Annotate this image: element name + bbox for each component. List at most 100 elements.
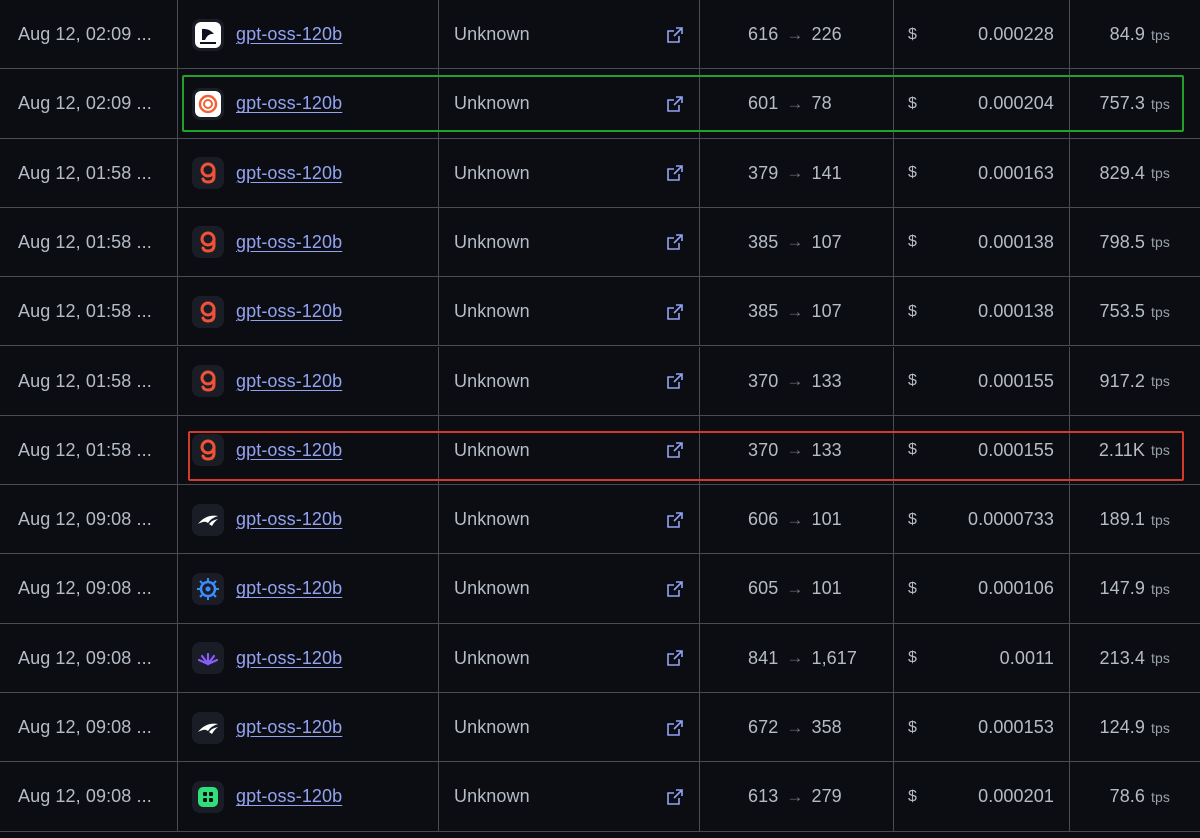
app-status: Unknown — [454, 93, 530, 114]
column-divider — [893, 207, 894, 277]
cost-value: 0.000155 — [978, 439, 1054, 460]
app-status: Unknown — [454, 647, 530, 668]
column-divider — [438, 207, 439, 277]
model-link[interactable]: gpt-oss-120b — [236, 301, 342, 322]
model-link[interactable]: gpt-oss-120b — [236, 578, 342, 599]
column-divider — [893, 623, 894, 692]
speed-unit: tps — [1151, 95, 1170, 112]
external-link-icon[interactable] — [664, 554, 686, 623]
external-link-icon[interactable] — [664, 139, 686, 208]
token-counts: 385 → 107 — [748, 277, 888, 346]
column-divider — [699, 277, 700, 346]
output-tokens: 78 — [811, 93, 832, 114]
speed-cell: 124.9 tps — [1070, 693, 1170, 762]
speed-value: 757.3 — [1099, 93, 1146, 114]
model-cell: gpt-oss-120b — [192, 69, 432, 138]
arrow-right-icon: → — [786, 163, 804, 183]
model-cell: gpt-oss-120b — [192, 139, 432, 208]
model-cell: gpt-oss-120b — [192, 554, 432, 623]
speed-value: 189.1 — [1099, 509, 1146, 530]
model-link[interactable]: gpt-oss-120b — [236, 93, 342, 114]
external-link-icon[interactable] — [664, 277, 686, 346]
column-divider — [893, 693, 894, 762]
table-row[interactable]: Aug 12, 02:09 ... gpt-oss-120b Unknown 601 →… — [0, 69, 1200, 139]
currency-symbol: $ — [908, 441, 917, 459]
model-link[interactable]: gpt-oss-120b — [236, 24, 342, 45]
input-tokens: 370 — [748, 439, 779, 460]
speed-value: 829.4 — [1099, 162, 1146, 183]
input-tokens: 841 — [748, 647, 779, 668]
currency-symbol: $ — [908, 787, 917, 805]
model-link[interactable]: gpt-oss-120b — [236, 232, 342, 253]
timestamp: Aug 12, 09:08 ... — [18, 717, 152, 737]
output-tokens: 1,617 — [811, 647, 857, 668]
model-link[interactable]: gpt-oss-120b — [236, 163, 342, 184]
speed-value: 753.5 — [1099, 301, 1146, 322]
speed-cell: 2.11K tps — [1070, 416, 1170, 485]
table-row[interactable]: Aug 12, 09:08 ... gpt-oss-120b Unknown 841 →… — [0, 623, 1200, 693]
model-link[interactable]: gpt-oss-120b — [236, 648, 342, 669]
groq-icon — [192, 434, 224, 467]
model-cell: gpt-oss-120b — [192, 762, 432, 831]
external-link-icon[interactable] — [664, 208, 686, 277]
table-row[interactable]: Aug 12, 01:58 ... gpt-oss-120b Unknown 370 →… — [0, 415, 1200, 486]
cost-value: 0.000138 — [978, 231, 1054, 252]
currency-symbol: $ — [908, 372, 917, 389]
input-tokens: 605 — [748, 578, 779, 599]
cost-value: 0.0011 — [999, 647, 1054, 668]
token-counts: 606 → 101 — [748, 485, 888, 554]
timestamp: Aug 12, 01:58 ... — [18, 301, 152, 322]
column-divider — [177, 207, 178, 277]
input-tokens: 601 — [748, 93, 779, 114]
table-row[interactable]: Aug 12, 01:58 ... gpt-oss-120b Unknown 370 →… — [0, 346, 1200, 416]
output-tokens: 101 — [811, 509, 842, 530]
table-row[interactable]: Aug 12, 02:09 ... gpt-oss-120b Unknown 616 →… — [0, 0, 1200, 70]
model-link[interactable]: gpt-oss-120b — [236, 509, 342, 530]
input-tokens: 385 — [748, 231, 779, 252]
external-link-icon[interactable] — [664, 69, 686, 138]
column-divider — [893, 0, 894, 69]
cost-value: 0.000155 — [978, 370, 1054, 391]
speed-cell: 78.6 tps — [1070, 762, 1170, 831]
timestamp: Aug 12, 09:08 ... — [18, 509, 152, 530]
table-row[interactable]: Aug 12, 01:58 ... gpt-oss-120b Unknown 385 →… — [0, 277, 1200, 347]
model-cell: gpt-oss-120b — [192, 416, 432, 485]
input-tokens: 606 — [748, 509, 779, 530]
input-tokens: 370 — [748, 370, 779, 391]
speed-cell: 917.2 tps — [1070, 347, 1170, 416]
input-tokens: 379 — [748, 162, 779, 183]
external-link-icon[interactable] — [664, 485, 686, 554]
cerebras-icon — [192, 87, 224, 120]
external-link-icon[interactable] — [664, 762, 686, 831]
table-row[interactable]: Aug 12, 01:58 ... gpt-oss-120b Unknown 385 →… — [0, 207, 1200, 278]
currency-symbol: $ — [908, 649, 917, 667]
column-divider — [699, 207, 700, 277]
model-link[interactable]: gpt-oss-120b — [236, 371, 342, 392]
table-row[interactable]: Aug 12, 01:58 ... gpt-oss-120b Unknown 379 →… — [0, 138, 1200, 208]
cost-value: 0.000163 — [978, 162, 1054, 183]
column-divider — [699, 693, 700, 762]
external-link-icon[interactable] — [664, 624, 686, 693]
model-link[interactable]: gpt-oss-120b — [236, 786, 342, 807]
model-cell: gpt-oss-120b — [192, 485, 432, 554]
table-row[interactable]: Aug 12, 09:08 ... gpt-oss-120b Unknown 605 →… — [0, 554, 1200, 624]
column-divider — [438, 346, 439, 415]
speed-unit: tps — [1151, 580, 1170, 597]
table-row[interactable]: Aug 12, 09:08 ... gpt-oss-120b Unknown 672 →… — [0, 693, 1200, 763]
model-link[interactable]: gpt-oss-120b — [236, 440, 342, 461]
app-status: Unknown — [454, 231, 530, 252]
external-link-icon[interactable] — [664, 0, 686, 69]
speed-cell: 84.9 tps — [1070, 0, 1170, 69]
cost-value: 0.000201 — [978, 786, 1054, 807]
column-divider — [893, 138, 894, 207]
external-link-icon[interactable] — [664, 347, 686, 416]
speed-unit: tps — [1151, 719, 1170, 736]
table-row[interactable]: Aug 12, 09:08 ... gpt-oss-120b Unknown 613 →… — [0, 762, 1200, 832]
external-link-icon[interactable] — [664, 416, 686, 485]
table-row[interactable]: Aug 12, 09:08 ... gpt-oss-120b Unknown 606 →… — [0, 485, 1200, 555]
speed-value: 124.9 — [1099, 717, 1146, 737]
model-link[interactable]: gpt-oss-120b — [236, 717, 342, 738]
currency-symbol: $ — [908, 94, 917, 112]
external-link-icon[interactable] — [664, 693, 686, 762]
token-counts: 601 → 78 — [748, 69, 888, 138]
